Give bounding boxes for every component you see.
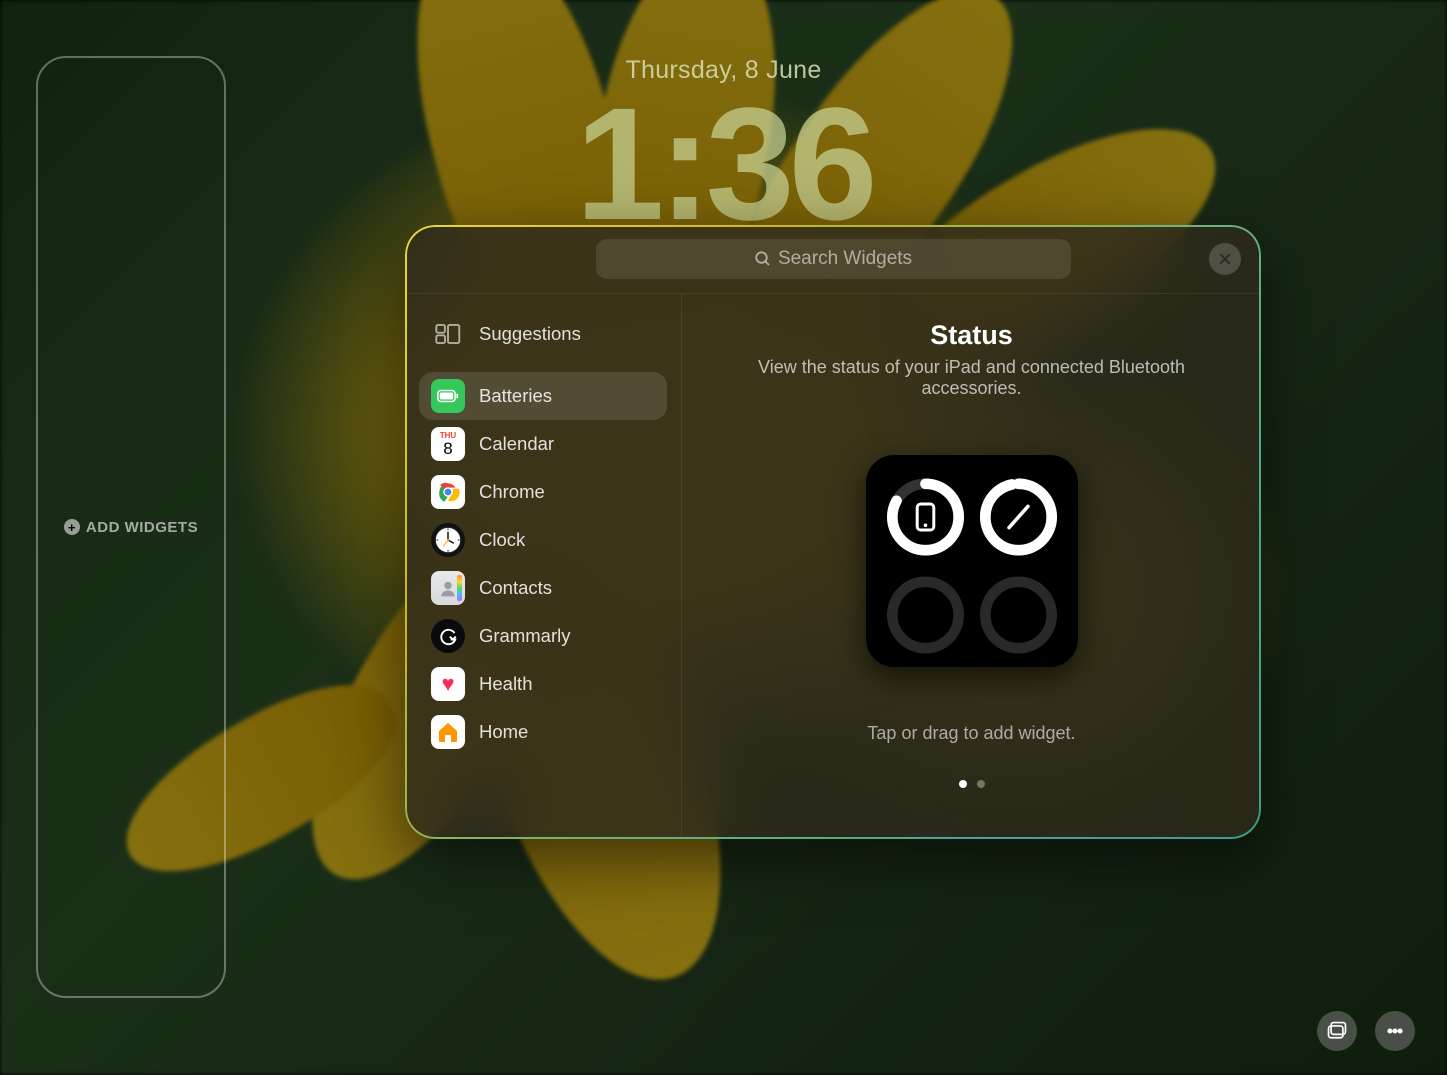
- sidebar-item-label: Health: [479, 673, 532, 695]
- search-input[interactable]: Search Widgets: [596, 239, 1071, 279]
- sidebar-item-label: Batteries: [479, 385, 552, 407]
- battery-ring-empty-1: [884, 571, 967, 659]
- widget-detail-pane: Status View the status of your iPad and …: [682, 294, 1261, 839]
- panel-header: Search Widgets: [405, 225, 1261, 293]
- sidebar-item-label: Suggestions: [479, 323, 581, 345]
- clock-icon: [431, 523, 465, 557]
- sidebar-item-calendar[interactable]: THU 8 Calendar: [419, 420, 667, 468]
- close-button[interactable]: [1209, 243, 1241, 275]
- sidebar-item-home[interactable]: Home: [419, 708, 667, 756]
- search-placeholder: Search Widgets: [778, 248, 912, 270]
- photos-button[interactable]: [1317, 1011, 1357, 1051]
- battery-ring-empty-2: [977, 571, 1060, 659]
- battery-icon: [431, 379, 465, 413]
- health-icon: ♥: [431, 667, 465, 701]
- widget-gallery-panel: Search Widgets Suggestions Batteries: [405, 225, 1261, 839]
- contacts-icon: [431, 571, 465, 605]
- battery-ring-pencil: [977, 473, 1060, 561]
- widget-drop-zone[interactable]: + ADD WIDGETS: [36, 56, 226, 998]
- sidebar-item-chrome[interactable]: Chrome: [419, 468, 667, 516]
- battery-ring-ipad: [884, 473, 967, 561]
- sidebar-item-label: Contacts: [479, 577, 552, 599]
- detail-title: Status: [930, 320, 1013, 351]
- plus-icon: +: [64, 519, 80, 535]
- page-indicator[interactable]: [959, 780, 985, 788]
- suggestions-icon: [431, 317, 465, 351]
- detail-hint: Tap or drag to add widget.: [867, 723, 1075, 744]
- sidebar-item-label: Home: [479, 721, 528, 743]
- close-icon: [1218, 252, 1232, 266]
- sidebar-item-grammarly[interactable]: Grammarly: [419, 612, 667, 660]
- sidebar-item-label: Calendar: [479, 433, 554, 455]
- home-icon: [431, 715, 465, 749]
- grammarly-icon: [431, 619, 465, 653]
- widget-category-sidebar: Suggestions Batteries THU 8 Calendar: [405, 294, 682, 839]
- page-dot-2[interactable]: [977, 780, 985, 788]
- widget-preview[interactable]: [866, 455, 1078, 667]
- more-icon: [1384, 1020, 1406, 1042]
- chrome-icon: [431, 475, 465, 509]
- search-icon: [754, 250, 772, 268]
- sidebar-item-contacts[interactable]: Contacts: [419, 564, 667, 612]
- add-widgets-label: ADD WIDGETS: [86, 519, 198, 536]
- sidebar-item-label: Grammarly: [479, 625, 570, 647]
- sidebar-item-label: Chrome: [479, 481, 545, 503]
- sidebar-item-clock[interactable]: Clock: [419, 516, 667, 564]
- calendar-icon: THU 8: [431, 427, 465, 461]
- sidebar-item-suggestions[interactable]: Suggestions: [419, 310, 667, 358]
- add-widgets-button[interactable]: + ADD WIDGETS: [64, 519, 198, 536]
- detail-description: View the status of your iPad and connect…: [710, 357, 1233, 399]
- photos-icon: [1326, 1020, 1348, 1042]
- sidebar-item-label: Clock: [479, 529, 525, 551]
- page-dot-1[interactable]: [959, 780, 967, 788]
- sidebar-item-health[interactable]: ♥ Health: [419, 660, 667, 708]
- more-button[interactable]: [1375, 1011, 1415, 1051]
- sidebar-item-batteries[interactable]: Batteries: [419, 372, 667, 420]
